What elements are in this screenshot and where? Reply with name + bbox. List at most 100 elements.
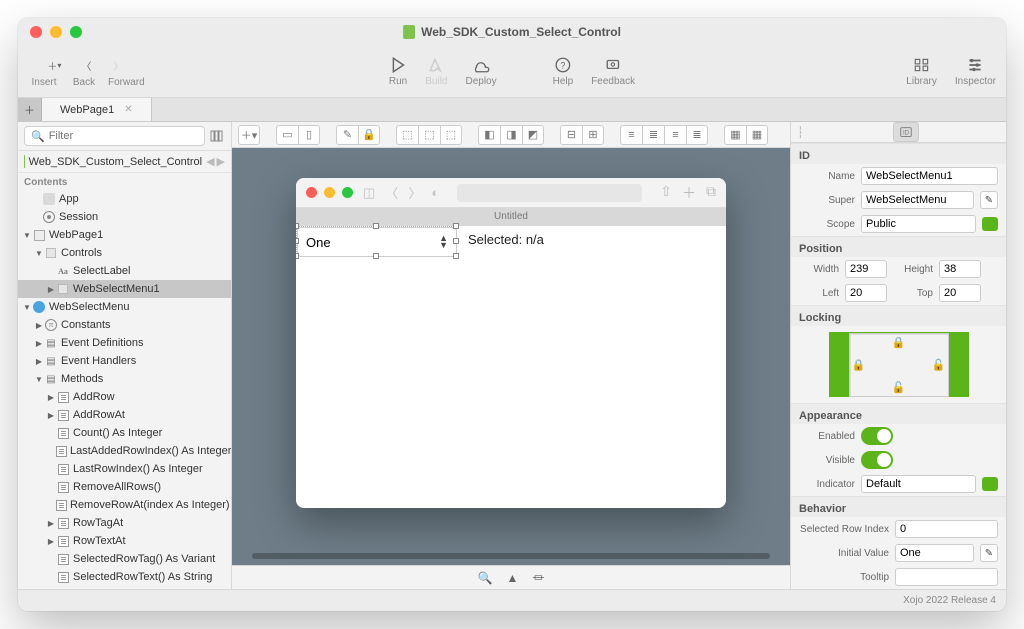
canvas-area[interactable]: ◫ 〈 〉 ◐ ⇧ ＋ ⧉ Untitled	[232, 148, 790, 565]
build-button[interactable]: Build	[425, 56, 447, 87]
node-eventdefs[interactable]: ▶▤Event Definitions	[18, 334, 231, 352]
inspector-divider-icon[interactable]: ┆	[797, 126, 811, 139]
node-selectlabel[interactable]: AaSelectLabel	[18, 262, 231, 280]
node-removeallrows[interactable]: RemoveAllRows()	[18, 478, 231, 496]
chevron-right-icon[interactable]: ▶	[217, 155, 225, 168]
top-field[interactable]	[939, 284, 981, 302]
add-button[interactable]: ＋▾	[238, 125, 260, 145]
left-field[interactable]	[845, 284, 887, 302]
node-rowtagat[interactable]: ▶RowTagAt	[18, 514, 231, 532]
handle-se[interactable]	[453, 253, 459, 259]
node-controls[interactable]: ▼Controls	[18, 244, 231, 262]
minimize-icon[interactable]	[50, 26, 62, 38]
order-btn-1[interactable]: ⬚	[396, 125, 418, 145]
chevron-left-icon[interactable]: ◀	[206, 155, 214, 168]
order-btn-3[interactable]: ⬚	[440, 125, 462, 145]
align-btn-4[interactable]: ≣	[686, 125, 708, 145]
feedback-button[interactable]: Feedback	[591, 56, 635, 87]
enabled-toggle[interactable]	[861, 427, 893, 445]
inspector-mode-button[interactable]: ID	[893, 122, 919, 142]
new-tab-button[interactable]: ＋	[18, 98, 42, 121]
space-btn-2[interactable]: ⊞	[582, 125, 604, 145]
initval-field[interactable]	[895, 544, 974, 562]
close-icon[interactable]	[30, 26, 42, 38]
node-addrow[interactable]: ▶AddRow	[18, 388, 231, 406]
arrange-btn-2[interactable]: ◨	[500, 125, 522, 145]
handle-w[interactable]	[296, 238, 299, 244]
forward-button[interactable]: 〉	[108, 55, 128, 75]
edit-super-button[interactable]: ✎	[980, 191, 998, 209]
super-field[interactable]	[861, 191, 974, 209]
search-field[interactable]	[49, 130, 198, 142]
locking-widget[interactable]: 🔒 🔒 🔓 🔓	[829, 332, 969, 397]
handle-ne[interactable]	[453, 223, 459, 229]
search-icon[interactable]: 🔍	[478, 571, 493, 585]
lock-left-icon[interactable]: 🔒	[852, 358, 866, 371]
warning-icon[interactable]: ▲	[507, 571, 519, 585]
node-webselectmenu[interactable]: ▼WebSelectMenu	[18, 298, 231, 316]
handle-e[interactable]	[453, 238, 459, 244]
selectlabel-control[interactable]: Selected: n/a	[468, 232, 544, 247]
edit-initval-button[interactable]: ✎	[980, 544, 998, 562]
insert-button[interactable]: ＋▾	[44, 55, 64, 75]
node-lastrowindex[interactable]: LastRowIndex() As Integer	[18, 460, 231, 478]
rss-icon[interactable]: ⏛	[532, 569, 544, 586]
node-selectedrowtext[interactable]: SelectedRowText() As String	[18, 568, 231, 586]
arrange-btn-1[interactable]: ◧	[478, 125, 500, 145]
node-webpage1[interactable]: ▼WebPage1	[18, 226, 231, 244]
run-button[interactable]: Run	[389, 56, 407, 87]
edit-btn[interactable]: ✎	[336, 125, 358, 145]
node-methods[interactable]: ▼▤Methods	[18, 370, 231, 388]
node-app[interactable]: App	[18, 190, 231, 208]
help-button[interactable]: ? Help	[553, 56, 574, 87]
lock-right-icon[interactable]: 🔓	[932, 358, 946, 371]
node-webselectmenu1[interactable]: ▶WebSelectMenu1	[18, 280, 231, 298]
lock-bottom-icon[interactable]: 🔓	[892, 381, 906, 394]
lock-btn[interactable]: 🔒	[358, 125, 380, 145]
lock-top-icon[interactable]: 🔒	[892, 336, 906, 349]
align-btn-1[interactable]: ≡	[620, 125, 642, 145]
scope-indicator-icon[interactable]	[982, 217, 998, 231]
visible-toggle[interactable]	[861, 451, 893, 469]
dist-btn-2[interactable]: ▦	[746, 125, 768, 145]
mock-content[interactable]: One ▲▼ Selected: n/a	[296, 226, 726, 254]
scope-field[interactable]	[861, 215, 976, 233]
dist-btn-1[interactable]: ▦	[724, 125, 746, 145]
node-count[interactable]: Count() As Integer	[18, 424, 231, 442]
zoom-icon[interactable]	[70, 26, 82, 38]
selection-handles[interactable]: One ▲▼	[296, 226, 456, 256]
layout-btn-1[interactable]: ▭	[276, 125, 298, 145]
name-field[interactable]	[861, 167, 998, 185]
align-btn-3[interactable]: ≡	[664, 125, 686, 145]
node-selectedrowtag[interactable]: SelectedRowTag() As Variant	[18, 550, 231, 568]
inspector-button[interactable]: Inspector	[955, 56, 996, 87]
node-eventhandlers[interactable]: ▶▤Event Handlers	[18, 352, 231, 370]
order-btn-2[interactable]: ⬚	[418, 125, 440, 145]
width-field[interactable]	[845, 260, 887, 278]
back-button[interactable]: 〈	[76, 55, 96, 75]
library-button[interactable]: Library	[906, 56, 937, 87]
node-constants[interactable]: ▶πConstants	[18, 316, 231, 334]
handle-s[interactable]	[373, 253, 379, 259]
handle-nw[interactable]	[296, 223, 299, 229]
search-input[interactable]: 🔍	[24, 126, 205, 146]
height-field[interactable]	[939, 260, 981, 278]
indicator-field[interactable]	[861, 475, 976, 493]
handle-n[interactable]	[373, 223, 379, 229]
node-session[interactable]: Session	[18, 208, 231, 226]
tooltip-field[interactable]	[895, 568, 998, 586]
horizontal-scrollbar[interactable]	[252, 553, 770, 559]
node-lastaddedrowindex[interactable]: LastAddedRowIndex() As Integer	[18, 442, 231, 460]
arrange-btn-3[interactable]: ◩	[522, 125, 544, 145]
selrow-field[interactable]	[895, 520, 998, 538]
node-rowtextat[interactable]: ▶RowTextAt	[18, 532, 231, 550]
handle-sw[interactable]	[296, 253, 299, 259]
node-addrowat[interactable]: ▶AddRowAt	[18, 406, 231, 424]
align-btn-2[interactable]: ≣	[642, 125, 664, 145]
tab-webpage1[interactable]: WebPage1 ✕	[42, 98, 152, 121]
space-btn-1[interactable]: ⊟	[560, 125, 582, 145]
project-header[interactable]: Web_SDK_Custom_Select_Control ◀ ▶	[18, 151, 231, 173]
close-icon[interactable]: ✕	[124, 104, 132, 115]
columns-icon[interactable]	[209, 128, 225, 144]
deploy-button[interactable]: Deploy	[465, 56, 496, 87]
